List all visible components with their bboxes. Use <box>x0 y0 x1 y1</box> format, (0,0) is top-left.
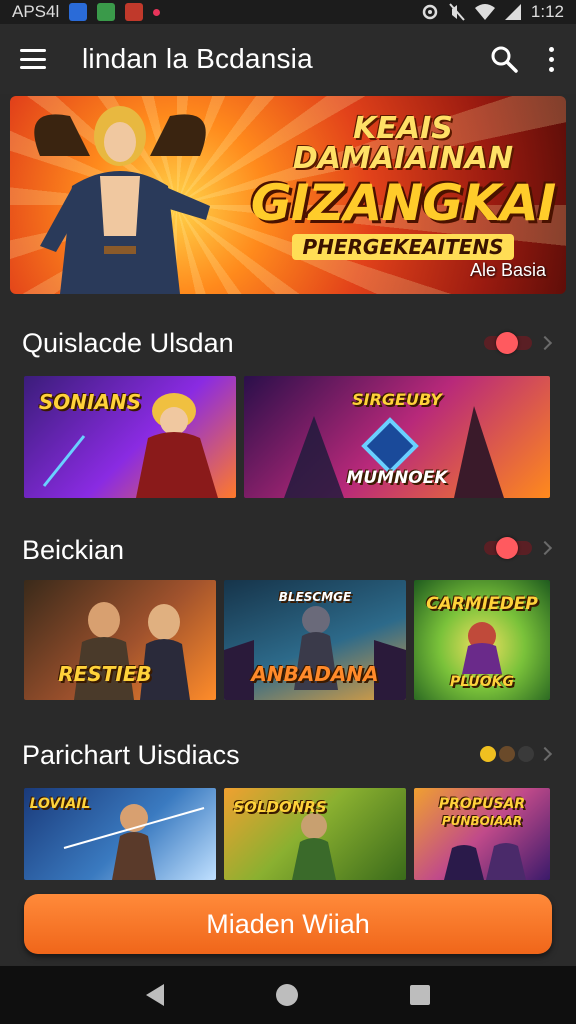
game-tile[interactable]: LOVIAIL <box>24 788 216 880</box>
tile-title: PROPUSAR <box>438 796 526 812</box>
hero-banner[interactable]: KEAIS DAMAIAINAN GIZANGKAI PHERGEKEAITEN… <box>10 96 566 294</box>
wifi-icon <box>474 4 495 20</box>
chevron-right-icon[interactable] <box>537 540 553 556</box>
system-nav-bar <box>0 966 576 1024</box>
app-bar: lindan la Bcdansia <box>0 24 576 94</box>
indicator-dot <box>518 746 534 762</box>
tile-title: SOLDONRS <box>233 798 327 816</box>
indicator-dot <box>480 746 496 762</box>
signal-icon <box>504 4 521 20</box>
app-notification-icon <box>125 3 144 21</box>
notification-dot-icon <box>153 8 161 16</box>
home-icon[interactable] <box>276 984 298 1006</box>
tile-title: RESTIEB <box>58 662 152 686</box>
game-tile[interactable]: CARMIEDEP PLUOKG <box>414 580 550 700</box>
back-icon[interactable] <box>146 984 164 1006</box>
chevron-right-icon[interactable] <box>537 335 553 351</box>
section-title: Parichart Uisdiacs <box>22 740 240 770</box>
section-toggle[interactable] <box>484 332 532 354</box>
tile-title: CARMIEDEP <box>426 594 538 614</box>
app-notification-icon <box>69 3 88 21</box>
app-notification-icon <box>97 3 116 21</box>
tile-title: SIRGEUBY <box>352 390 442 409</box>
section-title: Quislacde Ulsdan <box>22 328 234 358</box>
hero-headline-banner: PHERGEKEAITENS <box>292 234 514 260</box>
section-toggle[interactable] <box>484 537 532 559</box>
recents-icon[interactable] <box>410 985 430 1005</box>
game-tile[interactable]: PROPUSAR PUNBOIAAR <box>414 788 550 880</box>
more-vert-icon[interactable] <box>546 46 556 72</box>
hero-headline-main: GIZANGKAI <box>250 174 557 232</box>
mute-icon <box>449 3 465 21</box>
tile-subtitle: MUMNOEK <box>346 468 448 488</box>
game-tile[interactable]: RESTIEB <box>24 580 216 700</box>
game-tile[interactable]: SIRGEUBY MUMNOEK <box>244 376 550 498</box>
primary-action-button[interactable]: Miaden Wiiah <box>24 894 552 954</box>
game-tile[interactable]: SONIANS <box>24 376 236 498</box>
section-title: Beickian <box>22 535 125 565</box>
hero-subtitle: Ale Basia <box>469 260 546 280</box>
tile-title: LOVIAIL <box>29 796 91 812</box>
sync-icon <box>422 4 438 20</box>
chevron-right-icon[interactable] <box>537 746 553 762</box>
tile-subtitle: PLUOKG <box>449 674 515 690</box>
hero-character-illustration <box>34 106 210 294</box>
tile-subtitle: PUNBOIAAR <box>441 814 523 828</box>
section-indicator-dots[interactable] <box>480 746 534 762</box>
indicator-dot <box>499 746 515 762</box>
menu-icon[interactable] <box>20 49 46 69</box>
app-title: lindan la Bcdansia <box>82 43 313 74</box>
clock: 1:12 <box>530 2 564 21</box>
search-icon[interactable] <box>490 45 518 73</box>
tile-title: BLESCMGE <box>278 590 352 604</box>
hero-headline-top: KEAIS DAMAIAINAN <box>292 111 514 176</box>
game-tile[interactable]: SOLDONRS <box>224 788 406 880</box>
carrier-label: APS4l <box>12 2 60 21</box>
tile-title: SONIANS <box>38 390 142 414</box>
status-bar: APS4l 1:12 <box>0 0 576 24</box>
game-tile[interactable]: BLESCMGE ANBADANA <box>224 580 406 700</box>
tile-subtitle: ANBADANA <box>251 662 379 686</box>
